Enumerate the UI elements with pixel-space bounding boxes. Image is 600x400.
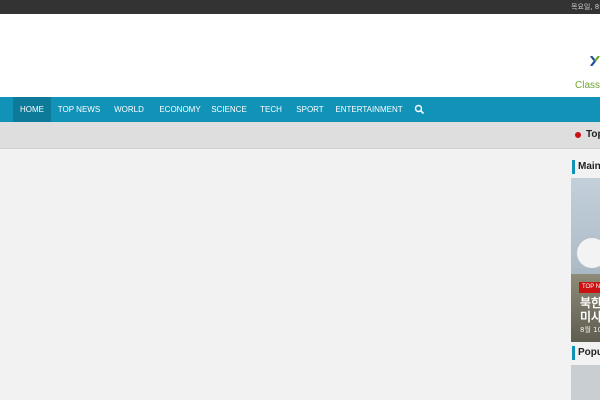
nav-item-economy[interactable]: ECONOMY <box>155 97 205 122</box>
logo-icon[interactable] <box>590 56 600 66</box>
site-header: Class <box>0 14 600 97</box>
featured-headline[interactable]: 북한 미사 <box>580 296 600 324</box>
image-smoke <box>577 238 600 268</box>
current-date: 목요일, 8월 14 <box>571 3 600 11</box>
main-content <box>0 150 560 400</box>
search-icon[interactable] <box>414 104 425 115</box>
headline-line: 미사 <box>580 310 600 324</box>
logo-text[interactable]: Class <box>575 80 600 91</box>
main-nav: HOME TOP NEWS WORLD ECONOMY SCIENCE TECH… <box>0 97 600 122</box>
category-badge[interactable]: TOP N <box>579 282 600 293</box>
ticker-dot-icon <box>575 132 581 138</box>
featured-date: 8월 10, <box>580 326 600 334</box>
sidebar-title-popular: Popu <box>572 346 600 360</box>
ticker-label: Top <box>586 129 600 140</box>
nav-item-world[interactable]: WORLD <box>110 97 148 122</box>
sidebar-title-main: Main <box>572 160 600 174</box>
nav-item-entertainment[interactable]: ENTERTAINMENT <box>334 97 404 122</box>
news-ticker: Top <box>0 122 600 149</box>
nav-item-sport[interactable]: SPORT <box>292 97 328 122</box>
headline-line: 북한 <box>580 296 600 310</box>
nav-item-top-news[interactable]: TOP NEWS <box>55 97 103 122</box>
popular-article-thumbnail[interactable] <box>571 365 600 400</box>
nav-item-science[interactable]: SCIENCE <box>210 97 248 122</box>
top-bar: 목요일, 8월 14 <box>0 0 600 14</box>
nav-item-home[interactable]: HOME <box>13 97 51 122</box>
nav-item-tech[interactable]: TECH <box>256 97 286 122</box>
